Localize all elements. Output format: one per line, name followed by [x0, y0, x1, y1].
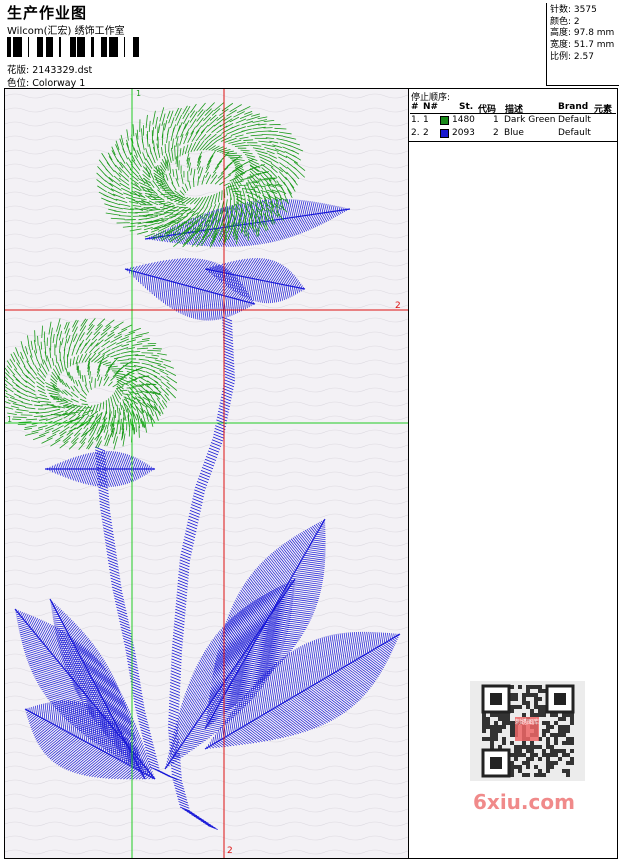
row-brand: Default [558, 115, 591, 125]
col-brand: Brand [558, 102, 588, 112]
row-stitches: 1480 [452, 115, 475, 125]
stop-sequence-panel: 停止顺序: # N# St. 代码 描述 Brand 元素 1. 1 1480 … [409, 89, 617, 142]
barcode [7, 37, 142, 57]
design-height: 高度: 97.8 mm [550, 28, 619, 40]
header-rule [410, 113, 616, 114]
stitch-count: 针数: 3575 [550, 5, 619, 17]
watermark-text: 6xiu.com [473, 790, 575, 814]
row-code: 1 [493, 115, 499, 125]
stop-row: 1. 1 1480 1 Dark Green Default [409, 115, 617, 127]
design-scale: 比例: 2.57 [550, 52, 619, 64]
design-width: 宽度: 51.7 mm [550, 40, 619, 52]
row-needle: 2 [423, 128, 429, 138]
row-brand: Default [558, 128, 591, 138]
row-stitches: 2093 [452, 128, 475, 138]
red-guide-label-bottom: 2 [227, 846, 233, 856]
red-guide-label-right: 2 [395, 301, 401, 311]
row-description: Blue [504, 128, 524, 138]
color-swatch [440, 129, 449, 138]
embroidery-preview [5, 89, 408, 858]
row-index: 1. [411, 115, 420, 125]
company-name: Wilcom(汇宏) 绣饰工作室 [7, 22, 125, 37]
page-title: 生产作业图 [7, 2, 87, 23]
row-needle: 1 [423, 115, 429, 125]
design-stats: 针数: 3575 颜色: 2 高度: 97.8 mm 宽度: 51.7 mm 比… [546, 3, 619, 86]
color-swatch [440, 116, 449, 125]
color-count: 颜色: 2 [550, 17, 619, 29]
green-guide-label-left: 1 [7, 415, 12, 424]
qr-logo-badge: 刺绣图库 [515, 717, 539, 741]
stop-row: 2. 2 2093 2 Blue Default [409, 128, 617, 140]
col-needle: N# [423, 102, 438, 112]
col-index: # [411, 102, 419, 112]
row-index: 2. [411, 128, 420, 138]
design-line: 花版: 2143329.dst [7, 62, 92, 76]
canvas-texture [5, 89, 408, 858]
row-description: Dark Green [504, 115, 555, 125]
panel-divider [408, 89, 409, 858]
row-code: 2 [493, 128, 499, 138]
colorway-line: 色位: Colorway 1 [7, 75, 85, 89]
col-stitches: St. [459, 102, 473, 112]
green-guide-label-top: 1 [136, 89, 141, 98]
design-canvas: 1 1 2 2 [5, 89, 408, 858]
